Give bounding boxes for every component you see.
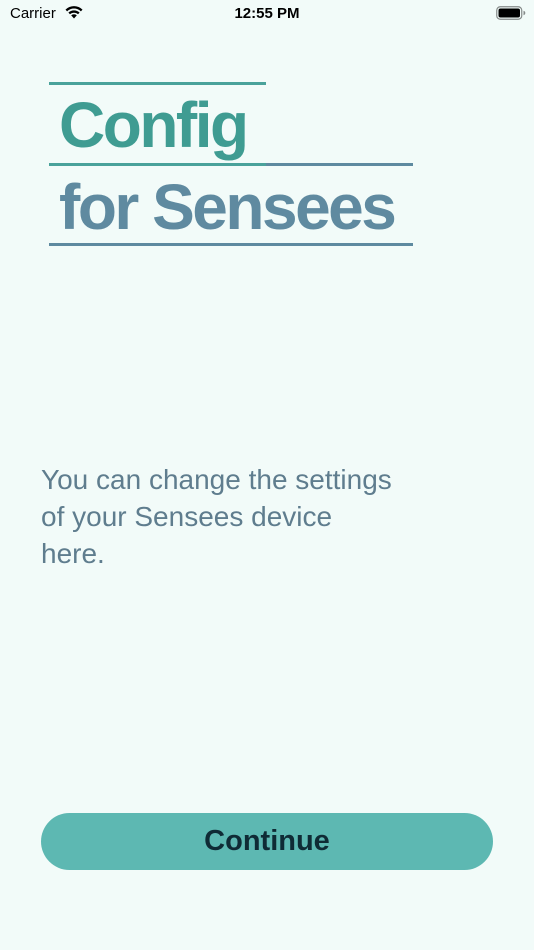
status-bar: Carrier 12:55 PM [0, 0, 534, 30]
logo-rule-middle-accent [49, 163, 266, 166]
continue-button[interactable]: Continue [41, 813, 493, 870]
description-text: You can change the settings of your Sens… [41, 464, 392, 569]
logo-rule-top [49, 82, 266, 85]
battery-icon [496, 6, 526, 20]
app-logo: Config for Sensees [49, 82, 419, 252]
clock: 12:55 PM [234, 5, 300, 22]
logo-title-config: Config [59, 89, 249, 161]
logo-title-sensees: for Sensees [59, 171, 397, 243]
